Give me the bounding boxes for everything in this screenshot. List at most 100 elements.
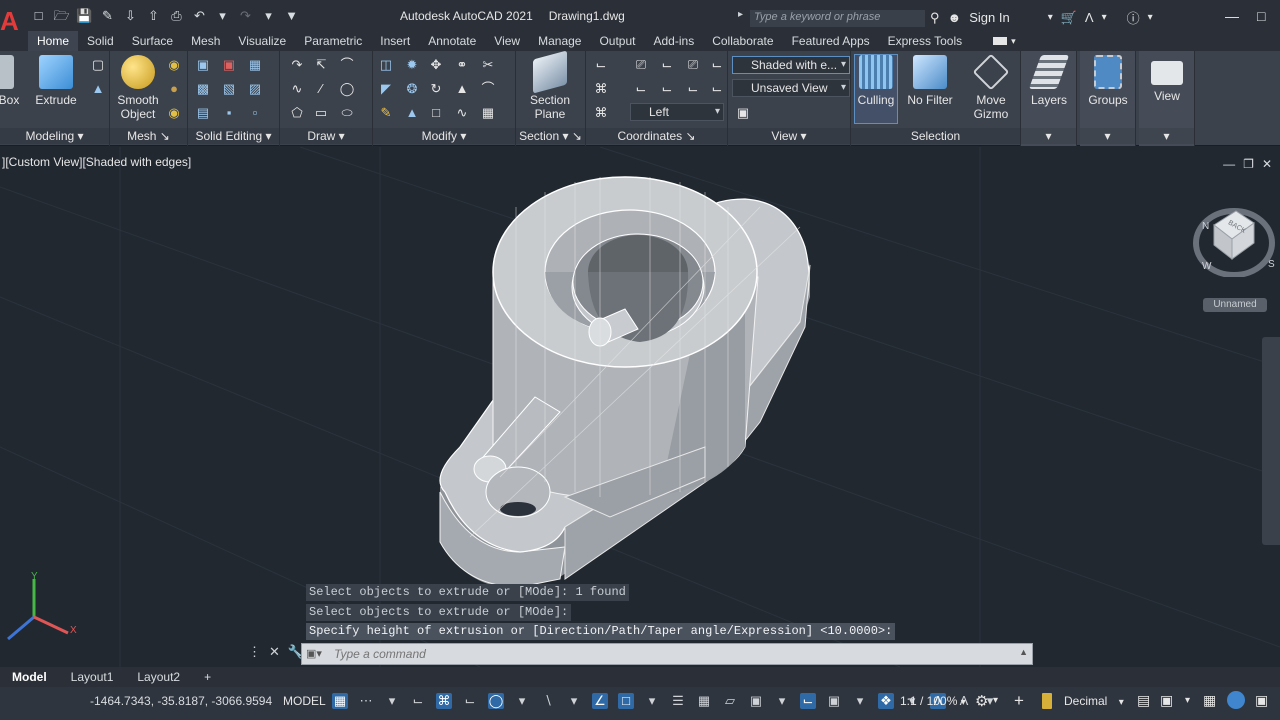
units-select[interactable]: Decimal ▾ [1064, 694, 1124, 708]
selection-filter-icon[interactable]: ▣ [826, 693, 842, 709]
cart-icon[interactable]: 🛒 [1061, 10, 1077, 26]
sign-in-button[interactable]: Sign In [969, 10, 1009, 25]
panel-title-selection[interactable]: Selection [851, 128, 1020, 144]
revolve-icon[interactable]: ▲ [89, 81, 107, 97]
quick-properties-icon[interactable]: ▤ [1137, 692, 1150, 709]
tab-collaborate[interactable]: Collaborate [703, 31, 782, 51]
intersect-icon[interactable]: ▩ [194, 81, 212, 97]
isodraft-dropdown-icon[interactable]: ▾ [566, 693, 582, 709]
ucs-menu-button[interactable]: Unnamed [1203, 298, 1267, 312]
dynamic-ucs-icon[interactable]: ⌙ [800, 693, 816, 709]
ucs-view-select[interactable]: Left [630, 103, 724, 121]
panel-title-coordinates[interactable]: Coordinates ↘ [586, 128, 727, 144]
smooth-object-button[interactable]: Smooth Object [115, 55, 161, 121]
tab-model[interactable]: Model [0, 667, 59, 687]
panel-title-view[interactable]: View ▾ [728, 128, 850, 144]
tab-home[interactable]: Home [28, 31, 79, 51]
fillet-icon[interactable]: ⌒ [479, 81, 497, 97]
mirror-icon[interactable]: ▲ [453, 81, 471, 97]
lineweight-icon[interactable]: ☰ [670, 693, 686, 709]
object-snap-tracking-icon[interactable]: ∠ [592, 693, 608, 709]
annotation-monitor-icon[interactable]: + [1014, 691, 1024, 711]
ucs-y-icon[interactable]: ⌙ [658, 81, 676, 97]
tab-layout1[interactable]: Layout1 [59, 667, 126, 687]
undo-icon[interactable]: ↶ [191, 8, 208, 24]
workspace-gear-icon[interactable]: ⚙ [975, 692, 988, 710]
rotate-icon[interactable]: ↻ [427, 81, 445, 97]
ucs-x-icon[interactable]: ⌙ [632, 81, 650, 97]
grid-icon[interactable]: ▦ [332, 693, 348, 709]
panel-title-solid-editing[interactable]: Solid Editing ▾ [188, 128, 279, 144]
ucs-icon[interactable]: ⌙ [592, 57, 610, 73]
save-as-icon[interactable]: ✎ [99, 8, 116, 24]
viewport-config-icon[interactable]: ▣ [734, 105, 752, 121]
layers-expand-icon[interactable]: ▾ [1021, 128, 1076, 144]
subtract-icon[interactable]: ▣ [220, 57, 238, 73]
transparency-icon[interactable]: ▦ [696, 693, 712, 709]
view-expand-icon[interactable]: ▾ [1139, 128, 1194, 144]
command-history-toggle-icon[interactable]: ▲ [1019, 647, 1028, 657]
viewport-restore-icon[interactable]: ❐ [1243, 157, 1254, 171]
line-icon[interactable]: ∕ [312, 81, 330, 97]
tab-surface[interactable]: Surface [123, 31, 182, 51]
ellipse-icon[interactable]: ⬭ [338, 105, 356, 121]
trim-icon[interactable]: ✂ [479, 57, 497, 73]
object-snap-icon[interactable]: □ [618, 693, 634, 709]
slice-icon[interactable]: ▧ [220, 81, 238, 97]
extruded-part-model[interactable] [439, 176, 811, 588]
panel-title-modify[interactable]: Modify ▾ [373, 128, 515, 144]
help-icon[interactable]: ⓘ [1127, 8, 1140, 27]
3d-mirror-icon[interactable]: ◫ [377, 57, 395, 73]
mesh-refine-icon[interactable]: ◉ [165, 57, 183, 73]
hardware-acceleration-icon[interactable] [1227, 691, 1245, 709]
search-icon[interactable]: ⚲ [930, 10, 940, 26]
drawing-viewport[interactable]: Y X ][Custom View][Shaded with edges] — … [0, 147, 1280, 667]
ribbon-toggle-dropdown-icon[interactable]: ▾ [1011, 36, 1016, 47]
app-dropdown-icon[interactable]: ▾ [1102, 12, 1107, 23]
spline-icon[interactable]: ∿ [288, 81, 306, 97]
tab-parametric[interactable]: Parametric [295, 31, 371, 51]
workspace-dropdown-icon[interactable]: ▾ [993, 695, 998, 706]
add-layout-icon[interactable]: + [192, 667, 223, 687]
groups-expand-icon[interactable]: ▾ [1080, 128, 1135, 144]
3d-array-icon[interactable]: ❂ [403, 81, 421, 97]
maximize-icon[interactable]: □ [1257, 8, 1265, 24]
tab-mesh[interactable]: Mesh [182, 31, 229, 51]
navigation-bar[interactable] [1262, 337, 1280, 545]
viewport-controls-label[interactable]: ][Custom View][Shaded with edges] [2, 155, 191, 169]
clean-screen-icon[interactable]: ▣ [1255, 692, 1268, 709]
panel-title-draw[interactable]: Draw ▾ [280, 128, 372, 144]
search-input[interactable]: Type a keyword or phrase [750, 10, 925, 27]
ucs-3point-icon[interactable]: ⌙ [708, 81, 726, 97]
undo-dropdown-icon[interactable]: ▾ [214, 8, 231, 24]
view-button[interactable]: View [1145, 55, 1189, 103]
extrude-button[interactable]: Extrude [34, 55, 78, 107]
open-web-icon[interactable]: ⇩ [122, 8, 139, 24]
help-dropdown-icon[interactable]: ▾ [1148, 12, 1153, 23]
ucs-object-icon[interactable]: ⌙ [708, 57, 726, 73]
sign-in-dropdown-icon[interactable]: ▾ [1048, 12, 1053, 23]
lock-ui-dropdown-icon[interactable]: ▾ [1185, 695, 1190, 706]
model-space-button[interactable]: MODEL [283, 694, 326, 708]
ucs-named-icon[interactable]: ⌘ [592, 105, 610, 121]
tab-express-tools[interactable]: Express Tools [879, 31, 971, 51]
ucs-previous-icon[interactable]: ⌙ [658, 57, 676, 73]
circle-icon[interactable]: ◯ [338, 81, 356, 97]
ortho-icon[interactable]: ⌙ [462, 693, 478, 709]
tab-solid[interactable]: Solid [78, 31, 123, 51]
command-input-box[interactable]: ▣▾ ▲ [301, 643, 1033, 665]
tab-visualize[interactable]: Visualize [229, 31, 295, 51]
ribbon-toggle-icon[interactable] [993, 37, 1008, 45]
named-view-select[interactable]: Unsaved View [732, 79, 850, 97]
visual-style-select[interactable]: Shaded with e... [732, 56, 850, 74]
layers-button[interactable]: Layers [1027, 55, 1071, 107]
no-filter-button[interactable]: No Filter [905, 55, 955, 107]
snap-icon[interactable]: ⋯ [358, 693, 374, 709]
polygon-icon[interactable]: ⬠ [288, 105, 306, 121]
3d-align-icon[interactable]: ◤ [377, 81, 395, 97]
viewport-minimize-icon[interactable]: — [1223, 157, 1235, 171]
move-gizmo-button[interactable]: Move Gizmo [965, 53, 1017, 121]
ucs-z-icon[interactable]: ⌙ [684, 81, 702, 97]
section-plane-button[interactable]: Section Plane [524, 50, 576, 121]
panel-title-section[interactable]: Section ▾ ↘ [516, 128, 585, 144]
